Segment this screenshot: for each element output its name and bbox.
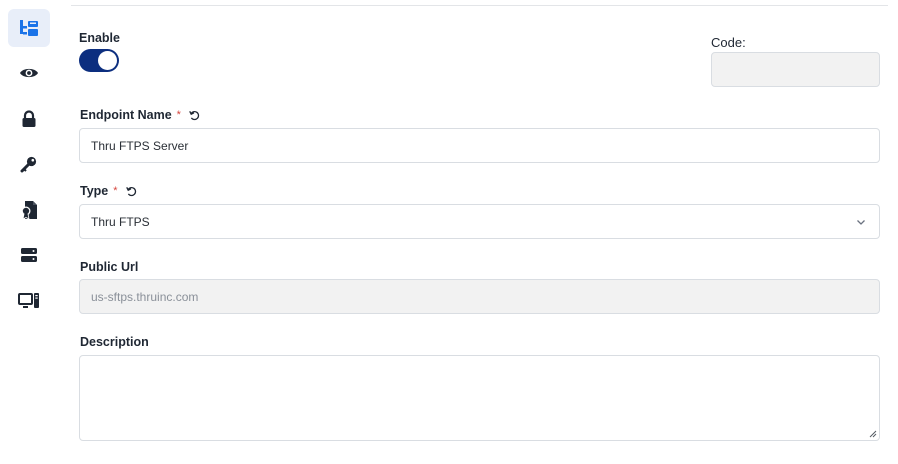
top-divider: [71, 5, 888, 6]
sidebar: [0, 0, 60, 464]
type-select[interactable]: Thru FTPS: [79, 204, 880, 239]
required-mark: *: [176, 109, 181, 121]
certificate-document-icon: [21, 201, 37, 220]
toggle-knob: [98, 51, 117, 70]
reset-icon[interactable]: [125, 186, 137, 197]
resize-grip-icon[interactable]: [868, 429, 877, 438]
chevron-down-icon: [857, 220, 865, 225]
sidebar-item-keys[interactable]: [8, 145, 50, 183]
sidebar-item-computers[interactable]: [8, 282, 50, 320]
type-selected-value: Thru FTPS: [91, 214, 150, 229]
tree-structure-icon: [20, 20, 38, 36]
sidebar-item-certificates[interactable]: [8, 191, 50, 229]
key-icon: [20, 156, 37, 173]
sidebar-item-servers[interactable]: [8, 236, 50, 274]
code-field: [711, 52, 880, 87]
required-mark: *: [113, 185, 118, 197]
description-textarea[interactable]: [79, 355, 880, 441]
endpoint-name-label-row: Endpoint Name *: [80, 108, 200, 122]
type-label-row: Type *: [80, 184, 137, 198]
enable-label: Enable: [79, 31, 120, 45]
endpoint-name-label: Endpoint Name: [80, 108, 172, 122]
sidebar-item-security[interactable]: [8, 100, 50, 138]
public-url-input: us-sftps.thruinc.com: [79, 279, 880, 314]
eye-icon: [20, 68, 38, 78]
sidebar-item-tree-structure[interactable]: [8, 9, 50, 47]
sidebar-item-view[interactable]: [8, 54, 50, 92]
computer-icon: [18, 293, 39, 308]
reset-icon[interactable]: [189, 110, 200, 121]
enable-toggle[interactable]: [79, 49, 119, 72]
description-label: Description: [80, 335, 149, 349]
type-label: Type: [80, 184, 109, 198]
server-icon: [21, 248, 37, 262]
public-url-label: Public Url: [80, 260, 139, 274]
endpoint-name-input[interactable]: Thru FTPS Server: [79, 128, 880, 163]
lock-icon: [22, 110, 36, 127]
code-label: Code:: [711, 35, 746, 50]
